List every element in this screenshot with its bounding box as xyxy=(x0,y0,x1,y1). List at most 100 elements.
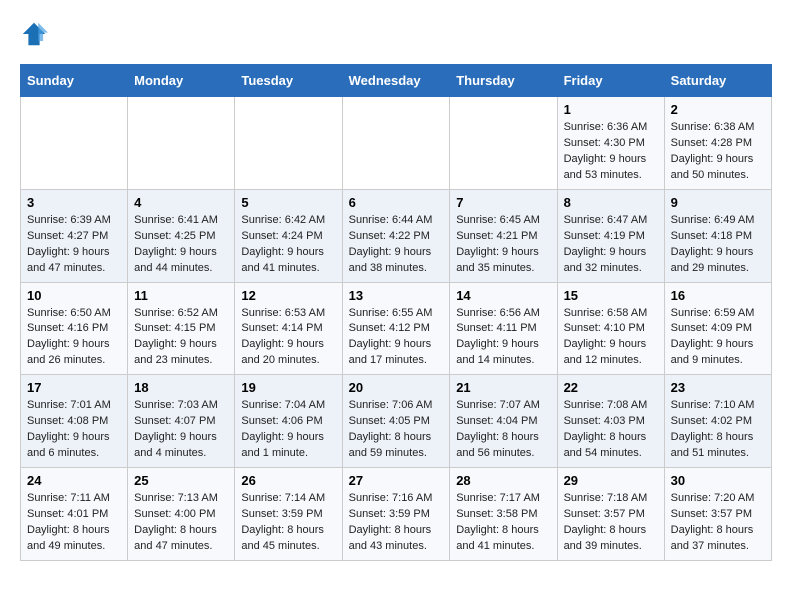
calendar-cell: 20Sunrise: 7:06 AM Sunset: 4:05 PM Dayli… xyxy=(342,375,450,468)
day-info: Sunrise: 7:20 AM Sunset: 3:57 PM Dayligh… xyxy=(671,491,765,555)
day-number: 6 xyxy=(349,195,444,210)
calendar-week-row: 3 Sunrise: 6:39 AM Sunset: 4:27 PM Daylig… xyxy=(21,189,772,282)
calendar-cell: 9 Sunrise: 6:49 AM Sunset: 4:18 PM Daylig… xyxy=(664,189,771,282)
day-info: Sunrise: 6:47 AM Sunset: 4:19 PM Dayligh… xyxy=(564,213,658,277)
day-info: Sunrise: 6:55 AM Sunset: 4:12 PM Dayligh… xyxy=(349,306,444,370)
calendar-cell: 29Sunrise: 7:18 AM Sunset: 3:57 PM Dayli… xyxy=(557,468,664,561)
calendar-cell: 16 Sunrise: 6:59 AM Sunset: 4:09 PM Dayli… xyxy=(664,282,771,375)
day-number: 19 xyxy=(241,380,335,395)
day-number: 8 xyxy=(564,195,658,210)
calendar-cell: 8 Sunrise: 6:47 AM Sunset: 4:19 PM Daylig… xyxy=(557,189,664,282)
calendar-cell xyxy=(235,97,342,190)
day-info: Sunrise: 7:06 AM Sunset: 4:05 PM Dayligh… xyxy=(349,398,444,462)
calendar-cell: 28 Sunrise: 7:17 AM Sunset: 3:58 PM Dayli… xyxy=(450,468,557,561)
calendar-header-row: SundayMondayTuesdayWednesdayThursdayFrid… xyxy=(21,65,772,97)
calendar-cell: 12 Sunrise: 6:53 AM Sunset: 4:14 PM Dayli… xyxy=(235,282,342,375)
day-info: Sunrise: 6:49 AM Sunset: 4:18 PM Dayligh… xyxy=(671,213,765,277)
day-info: Sunrise: 6:39 AM Sunset: 4:27 PM Dayligh… xyxy=(27,213,121,277)
day-info: Sunrise: 7:03 AM Sunset: 4:07 PM Dayligh… xyxy=(134,398,228,462)
calendar-cell: 6 Sunrise: 6:44 AM Sunset: 4:22 PM Daylig… xyxy=(342,189,450,282)
day-info: Sunrise: 7:08 AM Sunset: 4:03 PM Dayligh… xyxy=(564,398,658,462)
calendar-cell: 18 Sunrise: 7:03 AM Sunset: 4:07 PM Dayli… xyxy=(128,375,235,468)
calendar-cell xyxy=(128,97,235,190)
calendar-cell: 24 Sunrise: 7:11 AM Sunset: 4:01 PM Dayli… xyxy=(21,468,128,561)
day-number: 23 xyxy=(671,380,765,395)
calendar-cell: 19 Sunrise: 7:04 AM Sunset: 4:06 PM Dayli… xyxy=(235,375,342,468)
day-number: 24 xyxy=(27,473,121,488)
day-number: 5 xyxy=(241,195,335,210)
day-number: 2 xyxy=(671,102,765,117)
calendar-cell xyxy=(21,97,128,190)
day-number: 27 xyxy=(349,473,444,488)
day-info: Sunrise: 6:42 AM Sunset: 4:24 PM Dayligh… xyxy=(241,213,335,277)
day-number: 21 xyxy=(456,380,550,395)
calendar-cell: 1 Sunrise: 6:36 AM Sunset: 4:30 PM Daylig… xyxy=(557,97,664,190)
header xyxy=(20,20,772,48)
day-info: Sunrise: 7:04 AM Sunset: 4:06 PM Dayligh… xyxy=(241,398,335,462)
day-info: Sunrise: 7:17 AM Sunset: 3:58 PM Dayligh… xyxy=(456,491,550,555)
day-info: Sunrise: 6:38 AM Sunset: 4:28 PM Dayligh… xyxy=(671,120,765,184)
weekday-header: Monday xyxy=(128,65,235,97)
day-number: 12 xyxy=(241,288,335,303)
day-number: 22 xyxy=(564,380,658,395)
day-number: 14 xyxy=(456,288,550,303)
day-number: 9 xyxy=(671,195,765,210)
day-info: Sunrise: 6:53 AM Sunset: 4:14 PM Dayligh… xyxy=(241,306,335,370)
calendar-cell: 15 Sunrise: 6:58 AM Sunset: 4:10 PM Dayli… xyxy=(557,282,664,375)
day-info: Sunrise: 7:07 AM Sunset: 4:04 PM Dayligh… xyxy=(456,398,550,462)
calendar-cell: 23 Sunrise: 7:10 AM Sunset: 4:02 PM Dayli… xyxy=(664,375,771,468)
day-number: 1 xyxy=(564,102,658,117)
calendar-cell: 13 Sunrise: 6:55 AM Sunset: 4:12 PM Dayli… xyxy=(342,282,450,375)
day-info: Sunrise: 7:14 AM Sunset: 3:59 PM Dayligh… xyxy=(241,491,335,555)
calendar-cell: 11Sunrise: 6:52 AM Sunset: 4:15 PM Dayli… xyxy=(128,282,235,375)
day-number: 13 xyxy=(349,288,444,303)
day-number: 7 xyxy=(456,195,550,210)
calendar-cell: 5 Sunrise: 6:42 AM Sunset: 4:24 PM Daylig… xyxy=(235,189,342,282)
calendar-week-row: 17Sunrise: 7:01 AM Sunset: 4:08 PM Dayli… xyxy=(21,375,772,468)
calendar-cell xyxy=(342,97,450,190)
calendar-week-row: 24 Sunrise: 7:11 AM Sunset: 4:01 PM Dayli… xyxy=(21,468,772,561)
day-info: Sunrise: 6:36 AM Sunset: 4:30 PM Dayligh… xyxy=(564,120,658,184)
calendar-cell: 17Sunrise: 7:01 AM Sunset: 4:08 PM Dayli… xyxy=(21,375,128,468)
day-number: 26 xyxy=(241,473,335,488)
weekday-header: Tuesday xyxy=(235,65,342,97)
day-info: Sunrise: 6:44 AM Sunset: 4:22 PM Dayligh… xyxy=(349,213,444,277)
day-info: Sunrise: 7:13 AM Sunset: 4:00 PM Dayligh… xyxy=(134,491,228,555)
day-number: 3 xyxy=(27,195,121,210)
weekday-header: Saturday xyxy=(664,65,771,97)
calendar-cell: 27 Sunrise: 7:16 AM Sunset: 3:59 PM Dayli… xyxy=(342,468,450,561)
weekday-header: Friday xyxy=(557,65,664,97)
weekday-header: Thursday xyxy=(450,65,557,97)
calendar-cell: 2 Sunrise: 6:38 AM Sunset: 4:28 PM Daylig… xyxy=(664,97,771,190)
day-info: Sunrise: 6:58 AM Sunset: 4:10 PM Dayligh… xyxy=(564,306,658,370)
day-info: Sunrise: 7:11 AM Sunset: 4:01 PM Dayligh… xyxy=(27,491,121,555)
day-number: 10 xyxy=(27,288,121,303)
day-info: Sunrise: 6:41 AM Sunset: 4:25 PM Dayligh… xyxy=(134,213,228,277)
calendar-cell: 7 Sunrise: 6:45 AM Sunset: 4:21 PM Daylig… xyxy=(450,189,557,282)
calendar-cell: 21 Sunrise: 7:07 AM Sunset: 4:04 PM Dayli… xyxy=(450,375,557,468)
calendar-cell: 3 Sunrise: 6:39 AM Sunset: 4:27 PM Daylig… xyxy=(21,189,128,282)
weekday-header: Sunday xyxy=(21,65,128,97)
day-number: 17 xyxy=(27,380,121,395)
day-info: Sunrise: 7:16 AM Sunset: 3:59 PM Dayligh… xyxy=(349,491,444,555)
day-number: 16 xyxy=(671,288,765,303)
day-number: 30 xyxy=(671,473,765,488)
logo-icon xyxy=(20,20,48,48)
calendar-cell: 25Sunrise: 7:13 AM Sunset: 4:00 PM Dayli… xyxy=(128,468,235,561)
day-number: 18 xyxy=(134,380,228,395)
logo xyxy=(20,20,52,48)
calendar-cell: 26 Sunrise: 7:14 AM Sunset: 3:59 PM Dayli… xyxy=(235,468,342,561)
weekday-header: Wednesday xyxy=(342,65,450,97)
day-info: Sunrise: 7:10 AM Sunset: 4:02 PM Dayligh… xyxy=(671,398,765,462)
calendar-cell: 30 Sunrise: 7:20 AM Sunset: 3:57 PM Dayli… xyxy=(664,468,771,561)
calendar-cell xyxy=(450,97,557,190)
day-number: 15 xyxy=(564,288,658,303)
day-info: Sunrise: 6:45 AM Sunset: 4:21 PM Dayligh… xyxy=(456,213,550,277)
day-number: 11 xyxy=(134,288,228,303)
calendar-cell: 4Sunrise: 6:41 AM Sunset: 4:25 PM Daylig… xyxy=(128,189,235,282)
day-info: Sunrise: 6:59 AM Sunset: 4:09 PM Dayligh… xyxy=(671,306,765,370)
day-info: Sunrise: 6:56 AM Sunset: 4:11 PM Dayligh… xyxy=(456,306,550,370)
day-number: 28 xyxy=(456,473,550,488)
day-info: Sunrise: 6:50 AM Sunset: 4:16 PM Dayligh… xyxy=(27,306,121,370)
calendar-table: SundayMondayTuesdayWednesdayThursdayFrid… xyxy=(20,64,772,561)
